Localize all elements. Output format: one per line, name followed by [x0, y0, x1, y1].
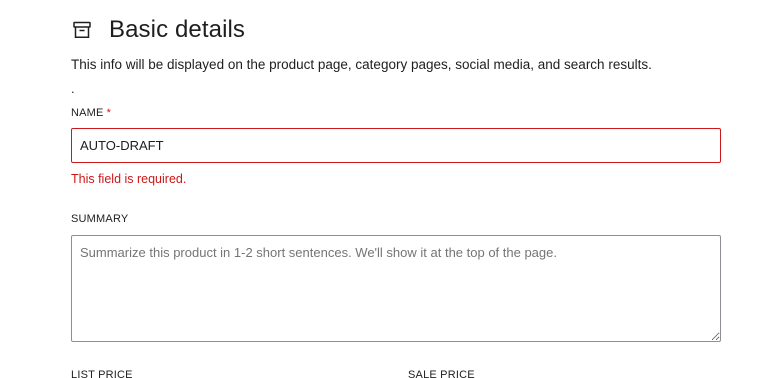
name-error-message: This field is required.	[71, 172, 187, 186]
required-asterisk: *	[106, 107, 112, 119]
summary-textarea[interactable]	[71, 235, 721, 342]
sale-price-label: SALE PRICE	[408, 369, 475, 378]
name-label: NAME *	[71, 107, 111, 119]
name-label-text: NAME	[71, 107, 104, 119]
section-description: This info will be displayed on the produ…	[71, 57, 652, 72]
section-header: Basic details	[71, 14, 245, 46]
list-price-label: LIST PRICE	[71, 369, 133, 378]
product-form-page: Basic details This info will be displaye…	[0, 0, 778, 378]
section-title: Basic details	[109, 16, 246, 43]
stray-dot: .	[71, 81, 75, 96]
name-input[interactable]	[71, 128, 721, 163]
archive-icon	[71, 19, 93, 41]
summary-label: SUMMARY	[71, 213, 129, 225]
